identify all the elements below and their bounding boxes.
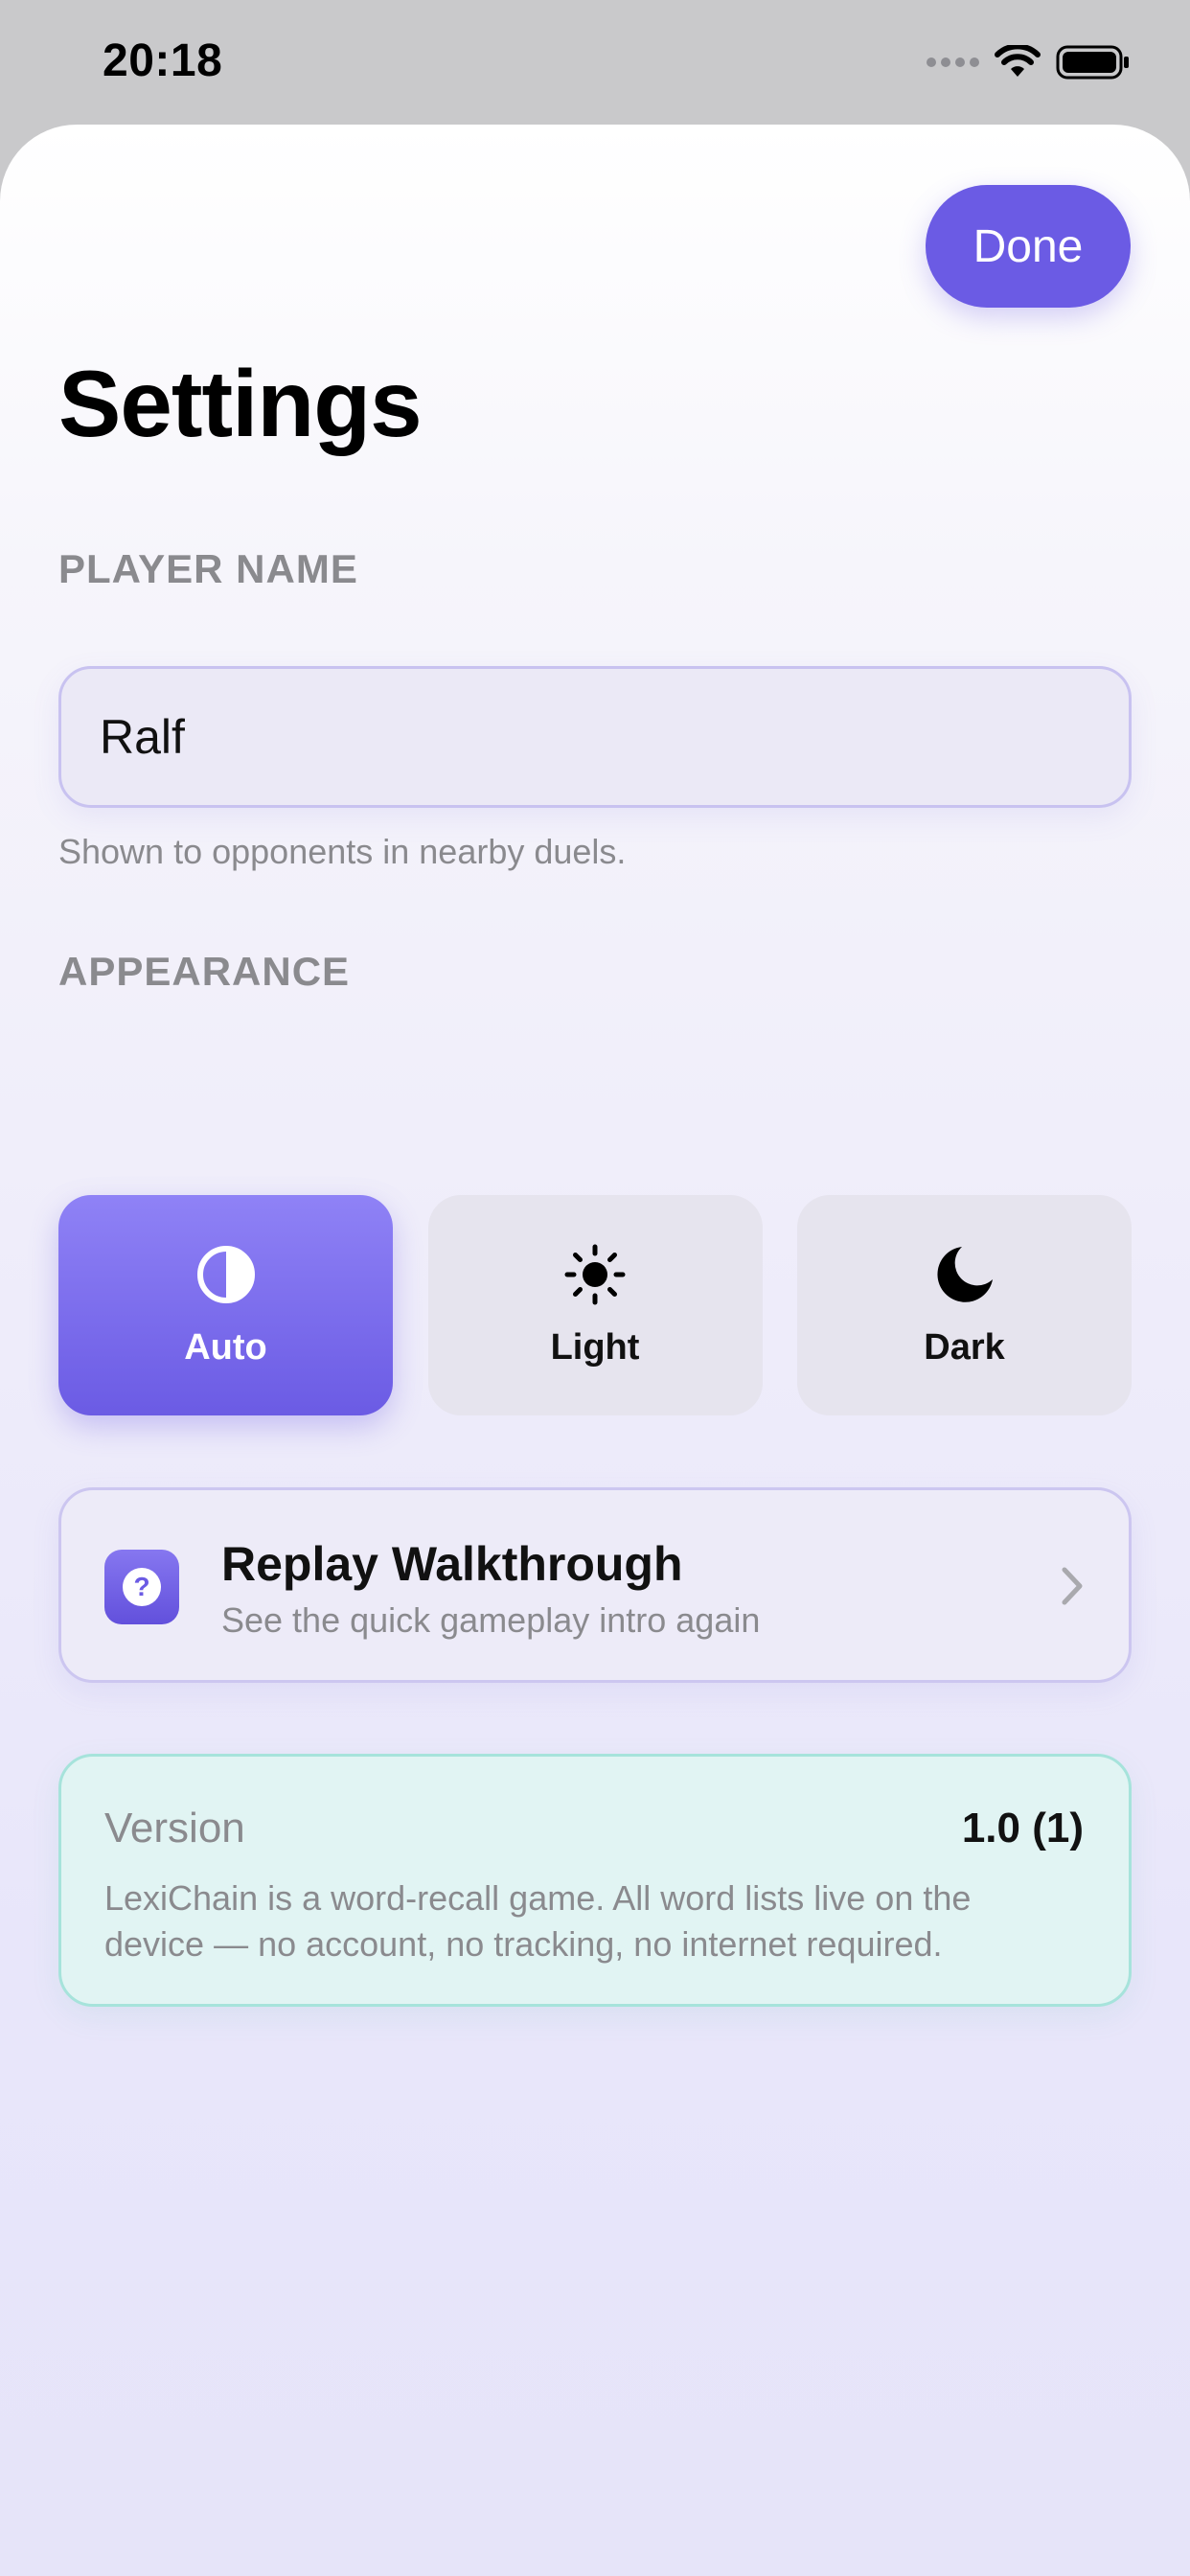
appearance-option-auto[interactable]: Auto (58, 1195, 393, 1415)
appearance-option-label: Dark (924, 1326, 1005, 1368)
walkthrough-title: Replay Walkthrough (221, 1537, 683, 1591)
settings-sheet: Done Settings PLAYER NAME Ralf Shown to … (0, 125, 1190, 2576)
player-name-input[interactable]: Ralf (58, 666, 1132, 808)
appearance-option-label: Light (550, 1326, 640, 1368)
moon-icon (936, 1246, 993, 1302)
half-circle-icon (196, 1245, 255, 1303)
done-button[interactable]: Done (926, 185, 1131, 308)
sun-icon (564, 1244, 626, 1304)
status-icons (927, 44, 1131, 80)
chevron-right-icon (1062, 1567, 1083, 1605)
screen: 20:18 Done Settings PLAYER NAME Ralf Sho… (0, 0, 1190, 2576)
question-icon: ? (104, 1550, 179, 1624)
app-description: LexiChain is a word-recall game. All wor… (104, 1878, 972, 1964)
appearance-selector: Auto Light Dark (58, 1195, 1132, 1415)
version-value: 1.0 (1) (961, 1805, 1084, 1852)
appearance-option-label: Auto (184, 1326, 267, 1368)
appearance-option-light[interactable]: Light (427, 1195, 763, 1415)
appearance-option-dark[interactable]: Dark (797, 1195, 1132, 1415)
battery-icon (1056, 45, 1129, 80)
page-title: Settings (58, 351, 423, 456)
cellular-signal-icon (927, 58, 979, 67)
replay-walkthrough-row[interactable]: ? Replay Walkthrough See the quick gamep… (58, 1487, 1132, 1683)
player-name-section-header: PLAYER NAME (58, 546, 358, 591)
walkthrough-subtitle: See the quick gameplay intro again (221, 1600, 761, 1640)
version-label: Version (104, 1805, 245, 1852)
wifi-icon (995, 45, 1041, 77)
status-time: 20:18 (103, 35, 223, 86)
version-info-card: Version 1.0 (1) LexiChain is a word-reca… (58, 1754, 1132, 2007)
appearance-section-header: APPEARANCE (58, 949, 351, 994)
player-name-hint: Shown to opponents in nearby duels. (58, 832, 627, 871)
